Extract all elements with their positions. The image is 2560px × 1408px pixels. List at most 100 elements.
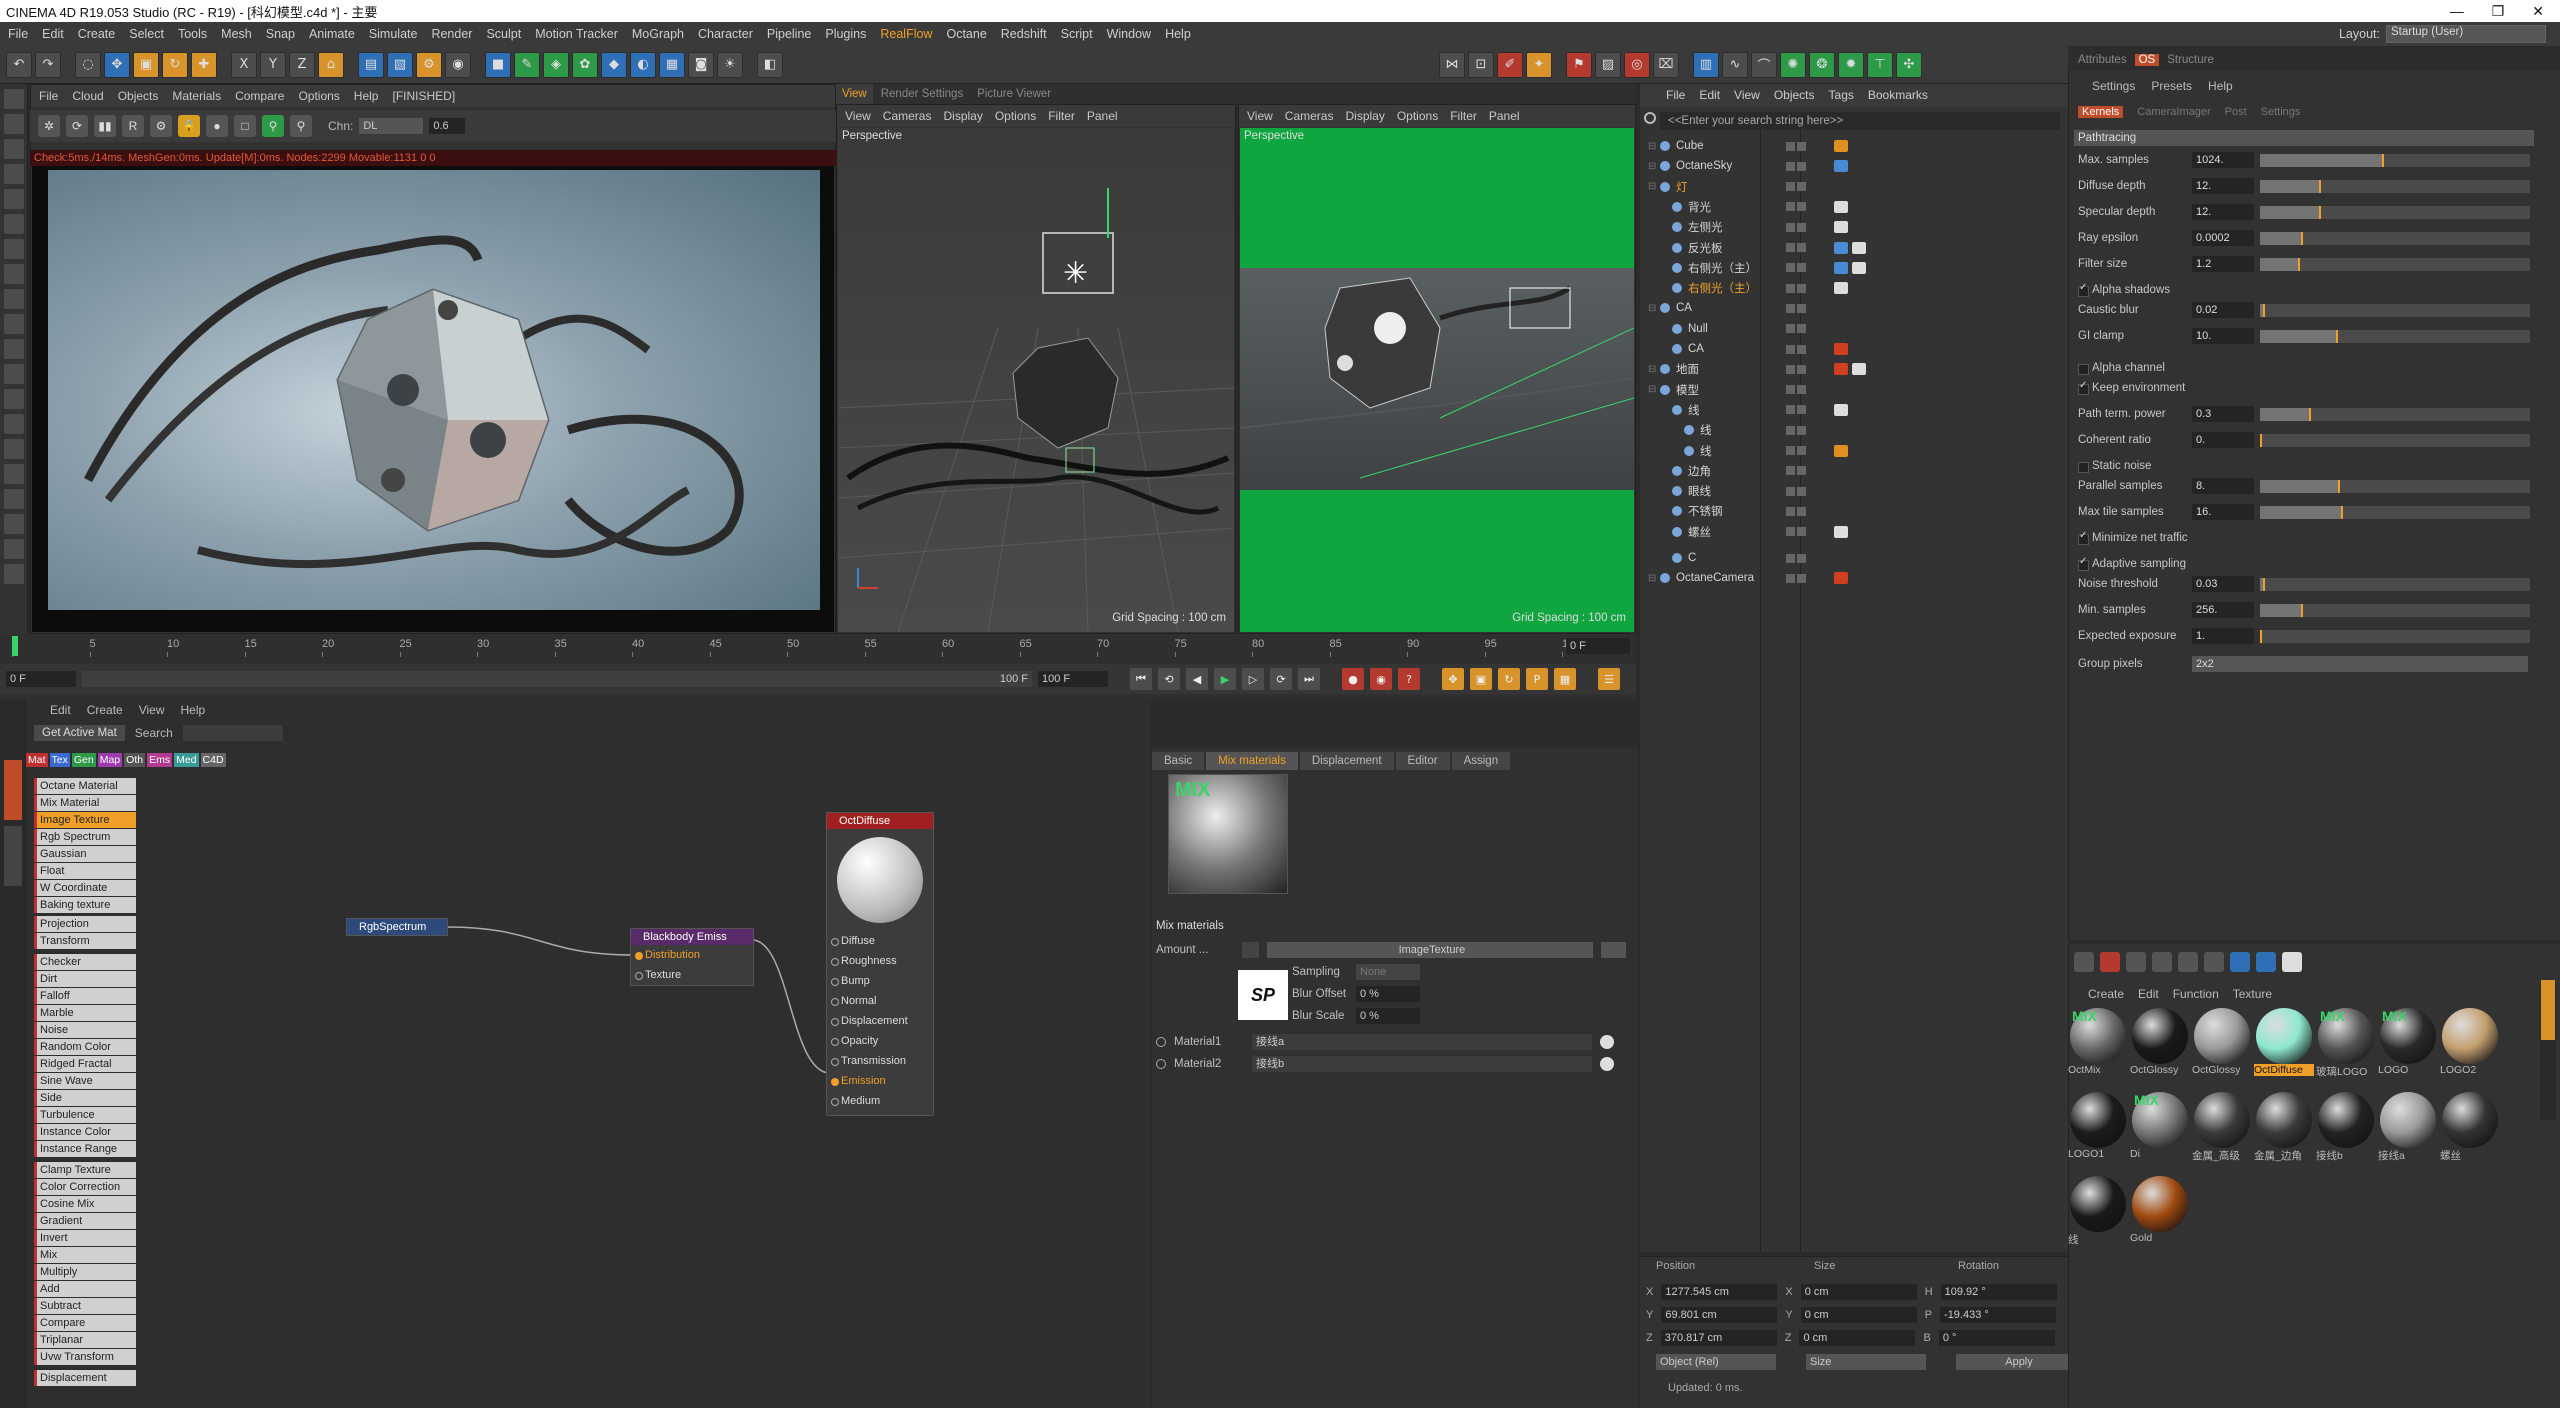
diffuse-mat-icon[interactable] xyxy=(2126,952,2146,972)
param-value-field[interactable]: 1. xyxy=(2192,628,2254,644)
node-cat-med[interactable]: Med xyxy=(174,753,199,767)
object-tags[interactable] xyxy=(1834,525,1848,538)
pin-displacement[interactable]: Displacement xyxy=(827,1011,933,1031)
render-menu-materials[interactable]: Materials xyxy=(172,89,221,103)
object-tags[interactable] xyxy=(1834,160,1848,173)
octane-tab[interactable] xyxy=(4,760,22,820)
live-select-icon[interactable]: ◌ xyxy=(75,51,101,78)
param-slider[interactable] xyxy=(2260,479,2530,493)
render-menu-compare[interactable]: Compare xyxy=(235,89,284,103)
param-value-field[interactable]: 256. xyxy=(2192,602,2254,618)
mat-menu-edit[interactable]: Edit xyxy=(2138,987,2159,1001)
param-slider[interactable] xyxy=(2260,629,2530,643)
object-row[interactable]: ⊟ 地面 xyxy=(1648,359,2068,379)
param-slider[interactable] xyxy=(2260,231,2530,245)
next-key-icon[interactable]: ⟳ xyxy=(1270,668,1292,690)
universal-mat-icon[interactable] xyxy=(2230,952,2250,972)
object-tags[interactable] xyxy=(1834,444,1848,457)
visibility-flags[interactable] xyxy=(1786,506,1826,516)
node-list-item[interactable]: Multiply xyxy=(34,1264,136,1280)
node-list-item[interactable]: Falloff xyxy=(34,988,136,1004)
object-name[interactable]: Null xyxy=(1688,323,1798,335)
render-view-icon[interactable]: ▤ xyxy=(358,51,384,78)
gear-icon[interactable]: ⚙ xyxy=(150,115,172,137)
object-tags[interactable] xyxy=(1834,343,1848,355)
material-tab[interactable] xyxy=(2541,980,2555,1040)
object-row[interactable]: ⊟ 模型 xyxy=(1648,380,2068,400)
visibility-flags[interactable] xyxy=(1786,303,1826,313)
restart-render-icon[interactable]: ⟳ xyxy=(66,115,88,137)
rotate-tool-icon[interactable]: ↻ xyxy=(162,51,188,78)
object-search-clear-icon[interactable] xyxy=(1644,112,1656,124)
object-name[interactable]: 右侧光（主） xyxy=(1688,280,1798,296)
cloner-icon[interactable]: ✿ xyxy=(572,51,598,78)
object-name[interactable]: 不锈钢 xyxy=(1688,503,1798,519)
octane-live-icon[interactable]: ◉ xyxy=(445,51,471,78)
attr-subtab-kernels[interactable]: Kernels xyxy=(2078,106,2124,118)
param-slider[interactable] xyxy=(2260,407,2530,421)
octane-toolbar-icon[interactable] xyxy=(2074,952,2094,972)
object-row[interactable]: CA xyxy=(1648,339,2068,359)
node-menu-create[interactable]: Create xyxy=(87,703,123,717)
workplane-icon[interactable]: ⊡ xyxy=(1468,51,1494,78)
node-list-item[interactable]: Instance Range xyxy=(34,1141,136,1157)
pin-distribution[interactable]: Distribution xyxy=(631,945,753,965)
menu-pipeline[interactable]: Pipeline xyxy=(767,27,811,41)
octane-render-icon[interactable]: ◎ xyxy=(1624,51,1650,78)
object-row[interactable]: 螺丝 xyxy=(1648,522,2068,542)
playhead[interactable] xyxy=(12,636,18,656)
viewport-menu-options[interactable]: Options xyxy=(1397,109,1438,123)
effector-icon[interactable]: ❂ xyxy=(1809,51,1835,78)
glossy-mat-icon[interactable] xyxy=(2152,952,2172,972)
minimize-button[interactable]: — xyxy=(2450,3,2464,20)
visibility-flags[interactable] xyxy=(1786,283,1826,293)
pin-diffuse[interactable]: Diffuse xyxy=(827,931,933,951)
param-slider[interactable] xyxy=(2260,257,2530,271)
right-frame-field[interactable]: 0 F xyxy=(1566,638,1630,654)
object-row[interactable]: 背光 xyxy=(1648,197,2068,217)
region-render-icon[interactable]: R xyxy=(122,115,144,137)
material1-anim-icon[interactable] xyxy=(1156,1037,1166,1047)
presets-tab[interactable] xyxy=(4,826,22,886)
floor-icon[interactable]: ▦ xyxy=(659,51,685,78)
object-name[interactable]: 右侧光（主） xyxy=(1688,260,1798,276)
node-list-item[interactable]: Checker xyxy=(34,954,136,970)
menu-file[interactable]: File xyxy=(8,27,28,41)
node-cat-c4d[interactable]: C4D xyxy=(200,753,226,767)
object-name[interactable]: CA xyxy=(1676,302,1786,314)
range-slider[interactable]: 100 F xyxy=(82,671,1032,687)
attr-tab-os[interactable]: OS xyxy=(2134,54,2160,66)
specular-mat-icon[interactable] xyxy=(2178,952,2198,972)
attr-menu-help[interactable]: Help xyxy=(2208,79,2233,93)
object-tags[interactable] xyxy=(1834,241,1866,254)
image-icon[interactable]: ▨ xyxy=(1595,51,1621,78)
object-row[interactable]: ⊟ OctaneCamera xyxy=(1648,568,2068,588)
om-menu-edit[interactable]: Edit xyxy=(1699,88,1720,102)
viewport-menu-options[interactable]: Options xyxy=(995,109,1036,123)
go-to-end-icon[interactable]: ⏭ xyxy=(1298,668,1320,690)
viewport-menu-view[interactable]: View xyxy=(1247,109,1273,123)
menu-mograph[interactable]: MoGraph xyxy=(632,27,684,41)
pin-opacity[interactable]: Opacity xyxy=(827,1031,933,1051)
redo-icon[interactable]: ↷ xyxy=(35,51,61,78)
amount-expand-icon[interactable] xyxy=(1241,942,1259,958)
visibility-flags[interactable] xyxy=(1786,263,1826,273)
visibility-flags[interactable] xyxy=(1786,364,1826,374)
group-pixels-select[interactable]: 2x2 xyxy=(2192,656,2528,672)
expand-icon[interactable]: ⊟ xyxy=(1648,161,1660,172)
node-list-item[interactable]: Noise xyxy=(34,1022,136,1038)
node-list-item[interactable]: Displacement xyxy=(34,1370,136,1386)
material-pick-icon[interactable]: ● xyxy=(206,115,228,137)
object-row[interactable]: 眼线 xyxy=(1648,481,2068,501)
mat-menu-create[interactable]: Create xyxy=(2088,987,2124,1001)
visibility-flags[interactable] xyxy=(1786,446,1826,455)
object-row[interactable]: 右侧光（主） xyxy=(1648,278,2068,298)
workplane-lock-icon[interactable] xyxy=(4,289,24,309)
param-value-field[interactable]: 0.0002 xyxy=(2192,230,2254,246)
node-list-item[interactable]: Clamp Texture xyxy=(34,1162,136,1178)
material1-clear-icon[interactable] xyxy=(1600,1035,1614,1049)
rotation-field[interactable]: 109.92 ° xyxy=(1940,1284,2057,1300)
attr-subtab-cameraimager[interactable]: CameraImager xyxy=(2137,106,2210,118)
pause-render-icon[interactable]: ▮▮ xyxy=(94,115,116,137)
layout-select[interactable]: Startup (User) xyxy=(2386,25,2546,43)
